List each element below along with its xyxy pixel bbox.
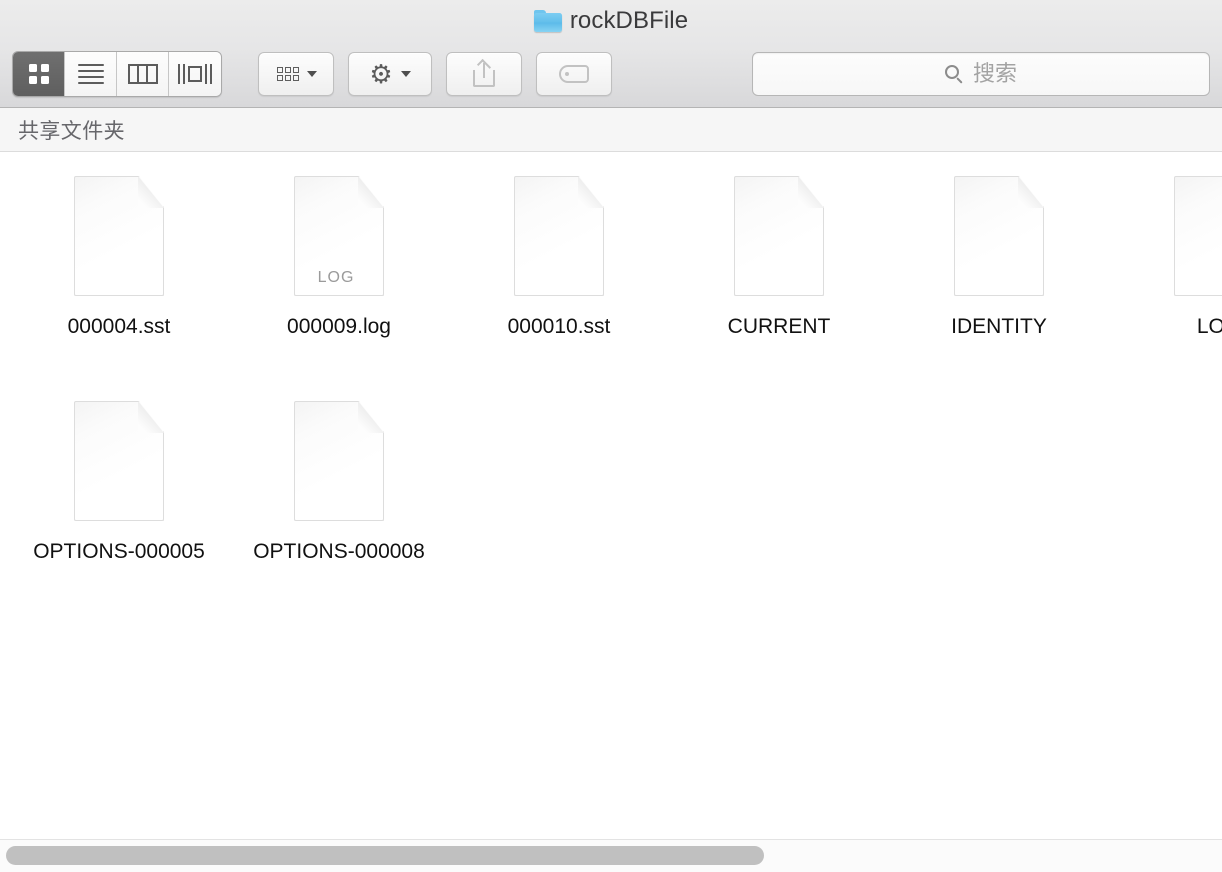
file-label: LOG <box>1196 315 1222 338</box>
file-item[interactable]: 000010.sst <box>449 164 669 389</box>
document-icon <box>954 176 1044 296</box>
chevron-down-icon <box>307 71 317 77</box>
window-title: rockDBFile <box>569 7 689 34</box>
toolbar: ⚙ 搜索 <box>0 42 1222 106</box>
document-icon <box>734 176 824 296</box>
document-icon <box>74 176 164 296</box>
arrange-button[interactable] <box>258 52 334 96</box>
arrange-grid-icon <box>275 67 301 81</box>
file-label: 000010.sst <box>507 315 611 338</box>
file-label: OPTIONS-000005 <box>33 540 205 563</box>
document-icon <box>294 401 384 521</box>
search-input[interactable]: 搜索 <box>752 52 1210 96</box>
horizontal-scrollbar[interactable] <box>0 839 1222 872</box>
search-icon <box>944 65 963 84</box>
finder-window: rockDBFile ⚙ 搜索 共享文件夹 000004.sst LOG 000… <box>0 0 1222 872</box>
tag-icon <box>559 65 589 83</box>
scrollbar-track[interactable] <box>0 846 1222 865</box>
share-button[interactable] <box>446 52 522 96</box>
file-label: CURRENT <box>727 315 831 338</box>
document-icon <box>514 176 604 296</box>
view-mode-icon-button[interactable] <box>13 52 65 96</box>
tag-button[interactable] <box>536 52 612 96</box>
file-item[interactable]: OPTIONS-000005 <box>9 389 229 614</box>
action-button[interactable]: ⚙ <box>348 52 432 96</box>
grid-icon <box>28 64 49 84</box>
gear-icon: ⚙ <box>369 59 393 89</box>
file-item[interactable]: OPTIONS-000008 <box>229 389 449 614</box>
document-icon: LOG <box>294 176 384 296</box>
file-label: IDENTITY <box>951 315 1047 338</box>
view-mode-column-button[interactable] <box>117 52 169 96</box>
list-lines-icon <box>77 64 104 84</box>
file-icon-grid: 000004.sst LOG 000009.log 000010.sst CURRENT… <box>0 152 1222 614</box>
file-item[interactable]: LOG 000009.log <box>229 164 449 389</box>
file-item[interactable]: CURRENT <box>669 164 889 389</box>
section-header-label: 共享文件夹 <box>18 119 125 143</box>
file-item[interactable]: LOG <box>1109 164 1222 389</box>
title-row: rockDBFile <box>0 0 1222 42</box>
view-mode-gallery-button[interactable] <box>169 52 221 96</box>
columns-icon <box>127 64 158 84</box>
file-label: OPTIONS-000008 <box>253 540 425 563</box>
file-label: 000004.sst <box>67 315 171 338</box>
window-titlebar: rockDBFile ⚙ 搜索 <box>0 0 1222 108</box>
file-item[interactable]: 000004.sst <box>9 164 229 389</box>
view-mode-segmented-control[interactable] <box>12 51 222 97</box>
view-mode-list-button[interactable] <box>65 52 117 96</box>
document-icon <box>74 401 164 521</box>
search-placeholder: 搜索 <box>972 61 1017 86</box>
file-content-area: 000004.sst LOG 000009.log 000010.sst CURRENT… <box>0 152 1222 839</box>
document-icon <box>1174 176 1222 296</box>
file-type-badge: LOG <box>317 269 355 286</box>
folder-icon <box>533 9 562 33</box>
coverflow-icon <box>178 63 212 85</box>
file-label: 000009.log <box>287 315 391 338</box>
section-header-shared-folder: 共享文件夹 <box>0 108 1222 152</box>
scrollbar-thumb[interactable] <box>6 846 764 865</box>
chevron-down-icon <box>400 71 411 77</box>
file-item[interactable]: IDENTITY <box>889 164 1109 389</box>
share-icon <box>473 58 495 87</box>
